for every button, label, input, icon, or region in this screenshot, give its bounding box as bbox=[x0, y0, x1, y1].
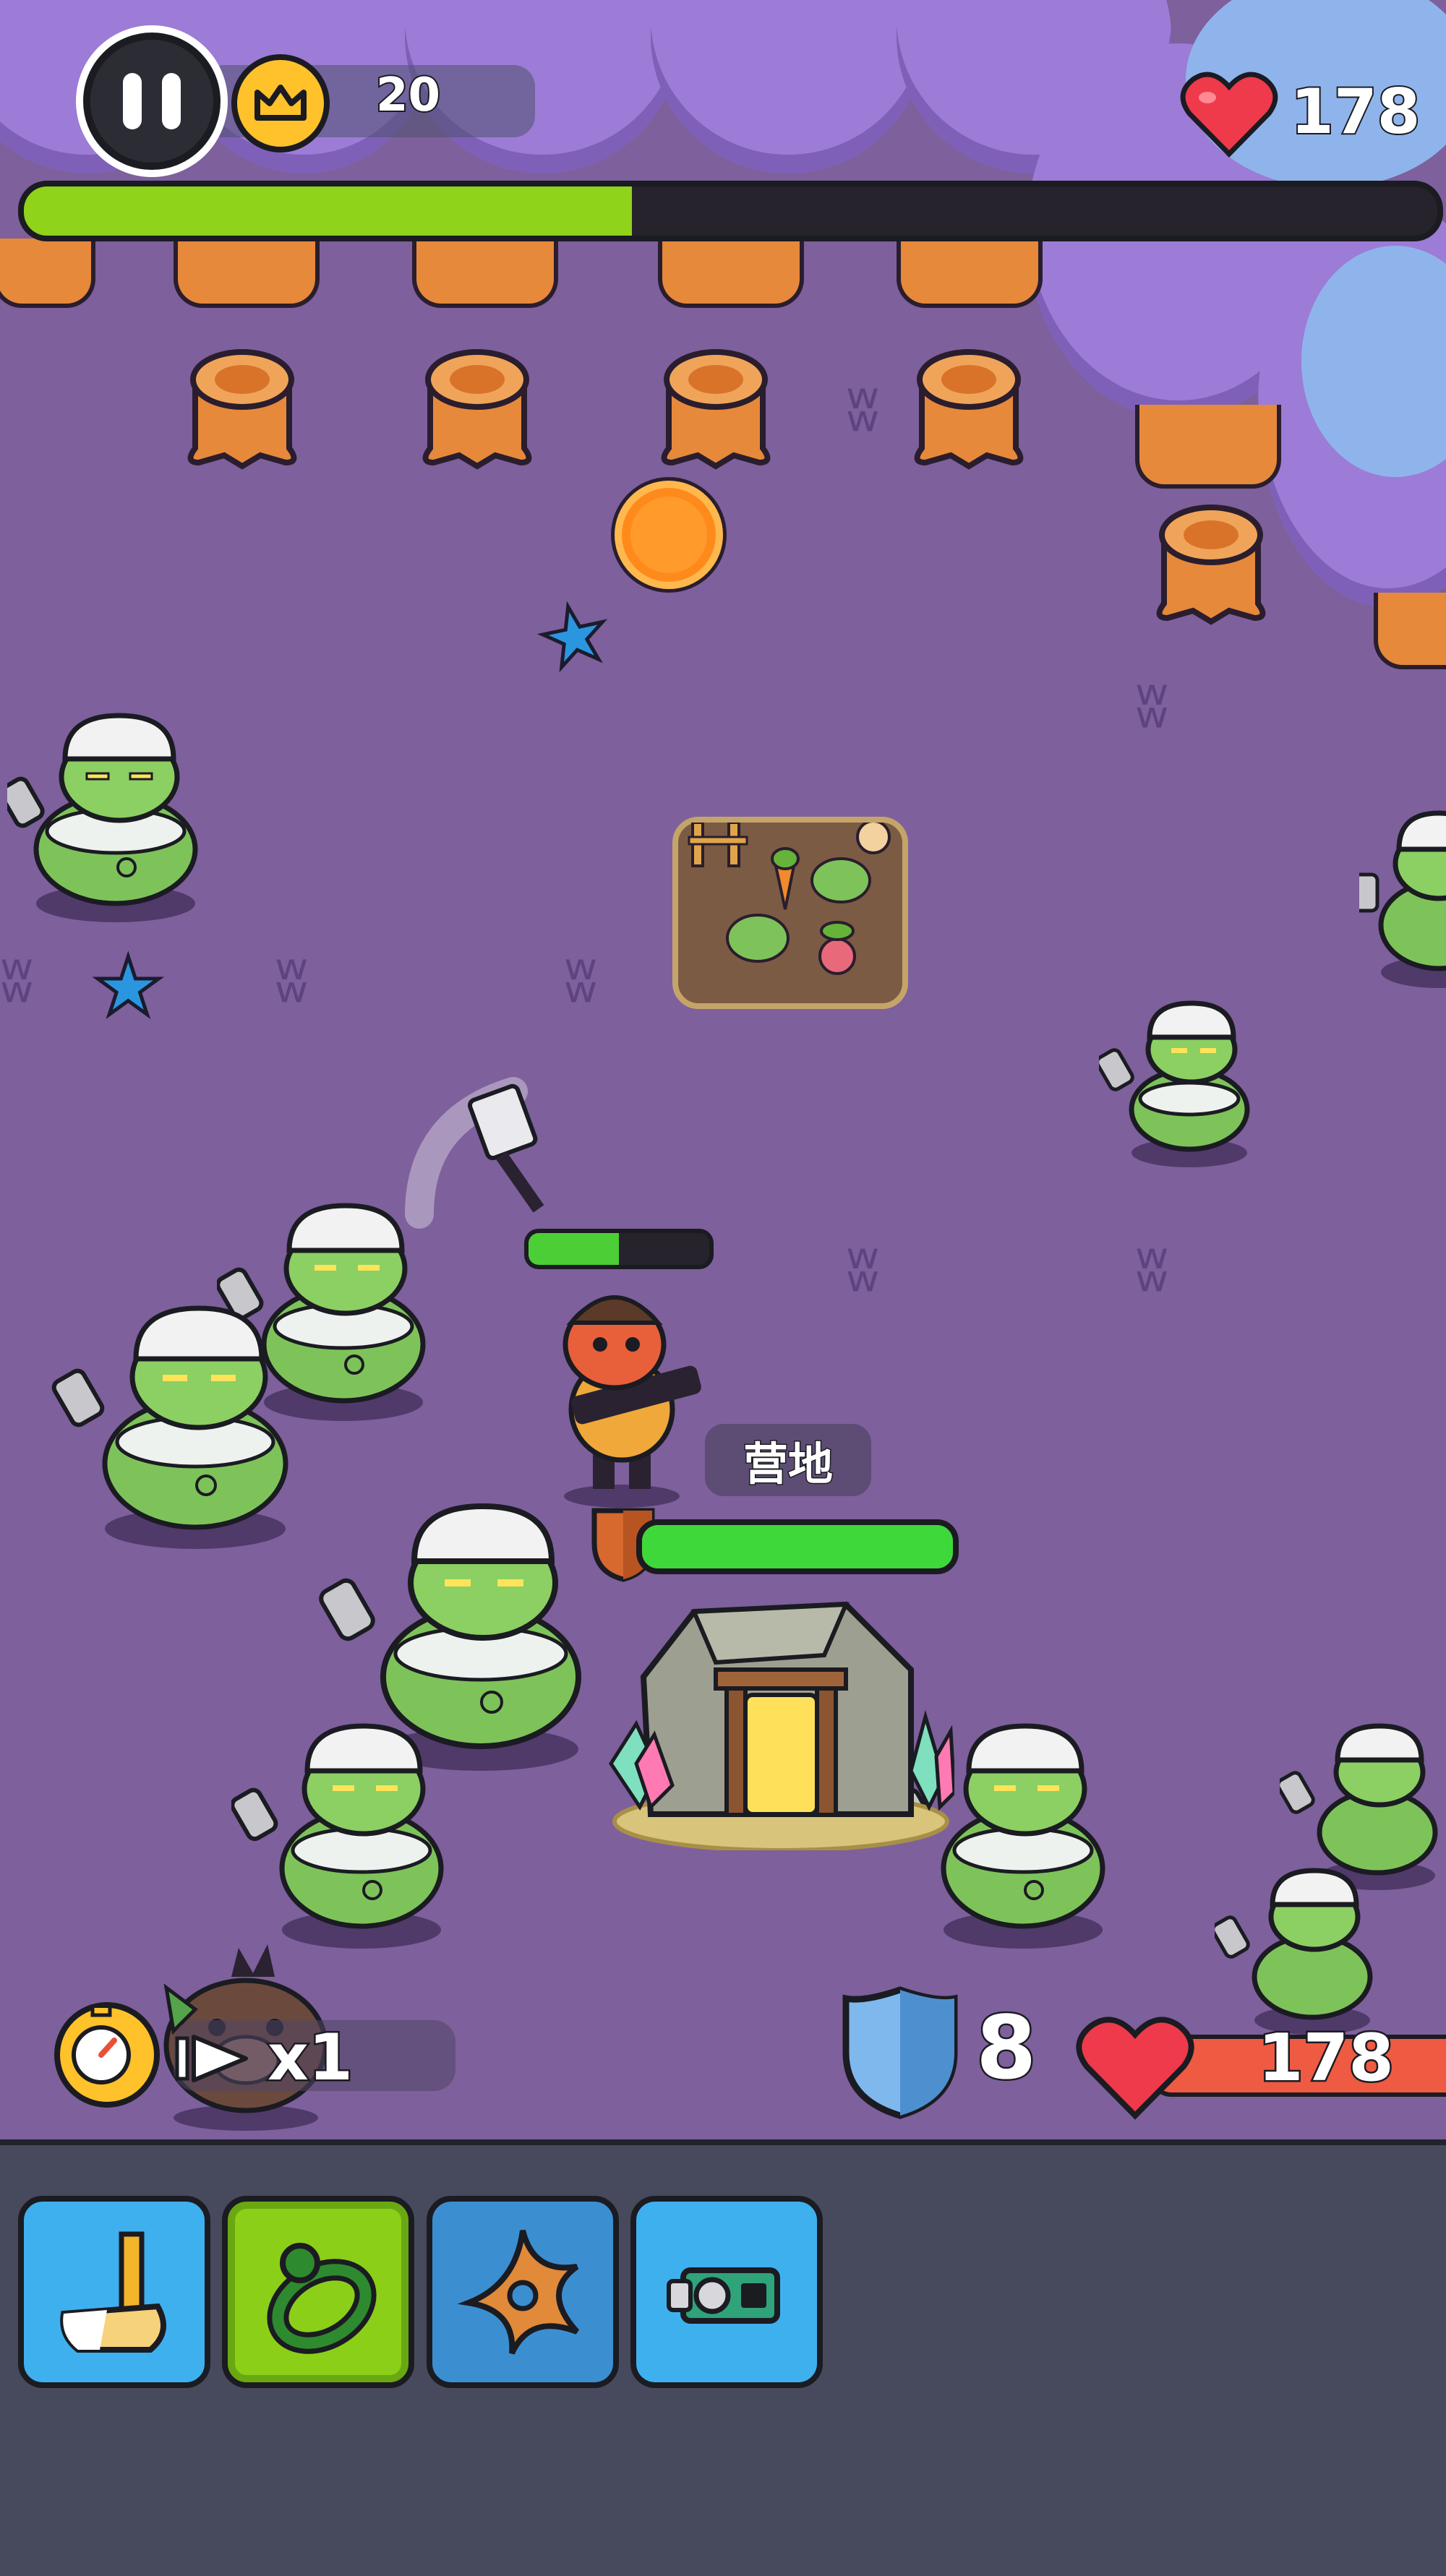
crown-count: 20 bbox=[375, 67, 442, 124]
grass-tuft: ʬ bbox=[275, 941, 309, 1017]
tree-trunk bbox=[1135, 405, 1281, 489]
camp-building[interactable] bbox=[607, 1590, 957, 1852]
skill-slot-ring[interactable] bbox=[222, 2196, 414, 2388]
star-pickup-icon[interactable]: ★ bbox=[528, 582, 620, 691]
tree-canopy bbox=[651, 0, 925, 173]
zombie-chef-enemy[interactable] bbox=[1099, 990, 1258, 1171]
cleaver-swing-effect bbox=[405, 1077, 578, 1229]
camp-hp-fill bbox=[642, 1525, 953, 1568]
skill-slot-gadget[interactable] bbox=[630, 2196, 823, 2388]
ring-icon bbox=[267, 2243, 377, 2354]
wave-progress-fill bbox=[24, 186, 632, 236]
farm-crops-icon bbox=[688, 820, 891, 975]
play-field[interactable]: ★ ★ ʬ ʬ ʬ ʬ ʬ ʬ ʬ 营地 20 178 x1 8 178 bbox=[0, 0, 1446, 2139]
camp-label: 营地 bbox=[705, 1424, 871, 1496]
speed-multiplier[interactable]: x1 bbox=[266, 2019, 355, 2097]
skill-slot-shuriken[interactable] bbox=[427, 2196, 619, 2388]
star-pickup-icon[interactable]: ★ bbox=[91, 945, 166, 1029]
grass-tuft: ʬ bbox=[564, 941, 598, 1017]
shuriken-icon bbox=[457, 2229, 579, 2355]
skill-slot-hammer[interactable] bbox=[18, 2196, 210, 2388]
gold-coin[interactable] bbox=[615, 481, 723, 589]
health-heart-icon bbox=[1074, 2013, 1197, 2121]
tree-trunk bbox=[658, 239, 804, 308]
lives-count: 178 bbox=[1289, 74, 1422, 150]
hero-hp-bar bbox=[524, 1229, 714, 1269]
zombie-chef-enemy[interactable] bbox=[7, 708, 202, 925]
health-count: 178 bbox=[1257, 2019, 1396, 2098]
grass-tuft: ʬ bbox=[0, 941, 34, 1017]
zombie-chef-enemy[interactable] bbox=[1359, 802, 1446, 990]
tree-stump bbox=[661, 349, 771, 470]
grass-tuft: ʬ bbox=[846, 370, 880, 446]
zombie-chef-enemy[interactable] bbox=[51, 1294, 296, 1554]
heart-icon bbox=[1178, 69, 1280, 159]
pause-icon bbox=[123, 73, 142, 129]
grass-tuft: ʬ bbox=[846, 1230, 880, 1306]
gadget-icon bbox=[667, 2267, 780, 2324]
grass-tuft: ʬ bbox=[1135, 666, 1169, 742]
zombie-chef-enemy[interactable] bbox=[231, 1713, 448, 1952]
tree-trunk bbox=[412, 239, 558, 308]
tree-stump bbox=[1156, 505, 1266, 625]
shield-stat-icon bbox=[835, 1984, 965, 2121]
farm-plot bbox=[672, 817, 908, 1009]
crown-icon bbox=[231, 54, 330, 153]
shield-count: 8 bbox=[975, 1997, 1038, 2101]
hero-hp-fill bbox=[529, 1233, 619, 1265]
camp-hp-bar bbox=[636, 1519, 959, 1574]
stopwatch-icon bbox=[54, 2001, 160, 2108]
pause-button[interactable] bbox=[83, 33, 221, 170]
tree-trunk bbox=[1374, 593, 1446, 669]
tree-trunk bbox=[174, 239, 320, 308]
hammer-icon bbox=[60, 2231, 166, 2353]
tree-trunk bbox=[897, 239, 1043, 308]
zombie-chef-enemy[interactable] bbox=[1215, 1858, 1381, 2038]
tree-trunk bbox=[0, 239, 95, 308]
tree-stump bbox=[422, 349, 532, 470]
skill-tray bbox=[0, 2139, 1446, 2576]
wave-progress-bar bbox=[18, 181, 1443, 241]
fast-forward-button[interactable] bbox=[174, 2030, 260, 2087]
tree-stump bbox=[187, 349, 297, 470]
tree-stump bbox=[914, 349, 1024, 470]
hero-character[interactable] bbox=[528, 1279, 730, 1511]
grass-tuft: ʬ bbox=[1135, 1230, 1169, 1306]
